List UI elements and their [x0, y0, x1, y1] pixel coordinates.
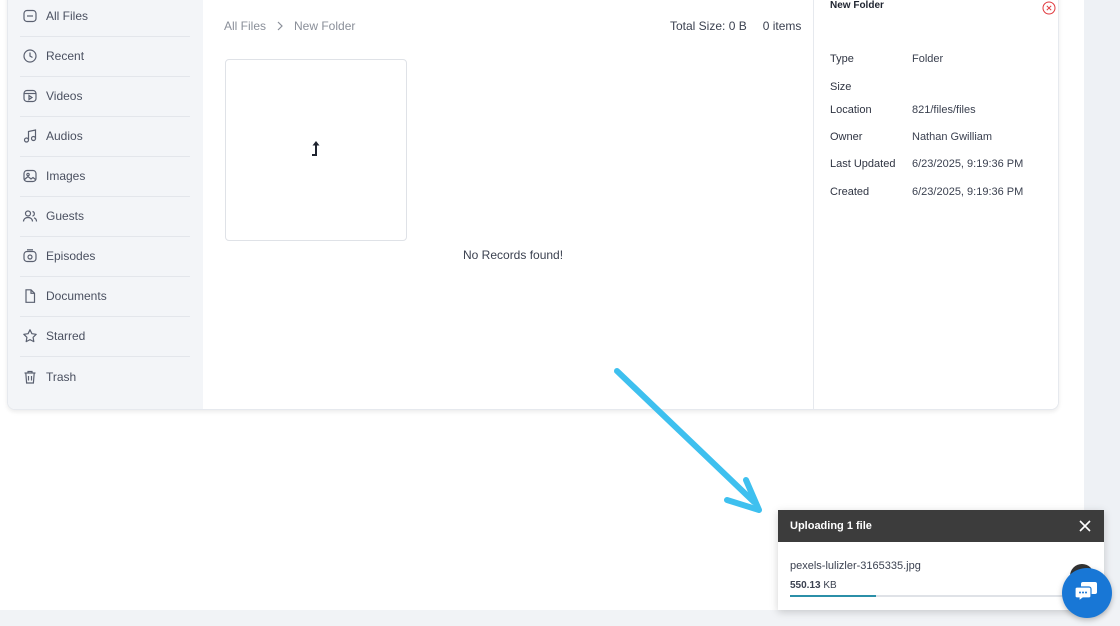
upload-file-name: pexels-lulizler-3165335.jpg: [790, 560, 921, 572]
details-key: Size: [830, 81, 852, 93]
details-panel: New Folder Type Folder Size Location 821…: [813, 0, 1058, 409]
video-icon: [22, 88, 38, 104]
sidebar-item-label: Images: [46, 169, 86, 183]
sidebar-item-label: Recent: [46, 49, 85, 63]
details-row-last-updated: Last Updated 6/23/2025, 9:19:36 PM: [830, 158, 1023, 170]
details-row-location: Location 821/files/files: [830, 104, 976, 116]
page-footer-strip: [0, 610, 1120, 626]
folder-summary: Total Size: 0 B 0 items: [670, 19, 801, 33]
up-arrow-icon: [309, 139, 323, 162]
breadcrumb-root-link[interactable]: All Files: [224, 19, 266, 33]
upload-title: Uploading 1 file: [790, 520, 872, 532]
users-icon: [22, 208, 38, 224]
sidebar-item-episodes[interactable]: Episodes: [20, 236, 190, 277]
sidebar-item-label: Videos: [46, 89, 83, 103]
sidebar-item-trash[interactable]: Trash: [20, 357, 190, 397]
sidebar: All Files Recent Videos Audios Images Gu…: [8, 0, 203, 409]
sidebar-item-recent[interactable]: Recent: [20, 36, 190, 77]
sidebar-item-label: All Files: [46, 9, 89, 23]
details-key: Created: [830, 186, 870, 198]
upload-progress-fill: [790, 595, 876, 597]
sidebar-item-label: Trash: [46, 370, 77, 384]
file-manager-card: All Files Recent Videos Audios Images Gu…: [7, 0, 1059, 410]
breadcrumb: All Files New Folder: [224, 19, 355, 33]
details-row-owner: Owner Nathan Gwilliam: [830, 131, 992, 143]
sidebar-item-label: Audios: [46, 129, 83, 143]
sidebar-item-videos[interactable]: Videos: [20, 76, 190, 117]
upload-file-size-unit: KB: [823, 580, 837, 591]
clock-icon: [22, 48, 38, 64]
episode-icon: [22, 248, 38, 264]
upload-header: Uploading 1 file: [778, 510, 1104, 542]
upload-progress-bar: [790, 595, 1076, 597]
close-icon[interactable]: [1078, 519, 1092, 533]
breadcrumb-current: New Folder: [294, 19, 356, 33]
go-up-tile[interactable]: [225, 59, 407, 241]
details-value: 6/23/2025, 9:19:36 PM: [912, 186, 1024, 198]
details-key: Owner: [830, 131, 863, 143]
details-row-size: Size: [830, 81, 912, 93]
details-value: 821/files/files: [912, 104, 976, 116]
upload-panel: Uploading 1 file pexels-lulizler-3165335…: [778, 510, 1104, 610]
sidebar-item-documents[interactable]: Documents: [20, 276, 190, 317]
chat-launcher-button[interactable]: [1062, 568, 1112, 618]
sidebar-item-label: Guests: [46, 209, 85, 223]
details-row-type: Type Folder: [830, 53, 943, 65]
image-icon: [22, 168, 38, 184]
sidebar-item-starred[interactable]: Starred: [20, 316, 190, 357]
chat-icon: [1074, 580, 1099, 607]
details-key: Location: [830, 104, 872, 116]
sidebar-item-guests[interactable]: Guests: [20, 196, 190, 237]
upload-file-size: 550.13 KB: [790, 580, 837, 591]
music-icon: [22, 128, 38, 144]
close-circle-icon[interactable]: [1042, 1, 1056, 15]
details-value: 6/23/2025, 9:19:36 PM: [912, 158, 1024, 170]
details-row-created: Created 6/23/2025, 9:19:36 PM: [830, 186, 1023, 198]
document-icon: [22, 288, 38, 304]
trash-icon: [22, 369, 38, 385]
sidebar-item-label: Starred: [46, 329, 86, 343]
sidebar-item-label: Documents: [46, 289, 107, 303]
upload-file-size-value: 550.13: [790, 580, 821, 591]
sidebar-item-all-files[interactable]: All Files: [20, 0, 190, 37]
details-value: Folder: [912, 53, 944, 65]
details-value: Nathan Gwilliam: [912, 131, 993, 143]
details-title: New Folder: [830, 0, 884, 11]
empty-state-message: No Records found!: [463, 248, 564, 262]
sidebar-item-images[interactable]: Images: [20, 156, 190, 197]
sidebar-item-audios[interactable]: Audios: [20, 116, 190, 157]
folder-icon: [22, 8, 38, 24]
star-icon: [22, 328, 38, 344]
details-key: Last Updated: [830, 158, 896, 170]
total-size-text: Total Size: 0 B: [670, 19, 747, 33]
sidebar-item-label: Episodes: [46, 249, 96, 263]
item-count-text: 0 items: [762, 19, 802, 33]
details-key: Type: [830, 53, 854, 65]
chevron-right-icon: [276, 21, 284, 31]
